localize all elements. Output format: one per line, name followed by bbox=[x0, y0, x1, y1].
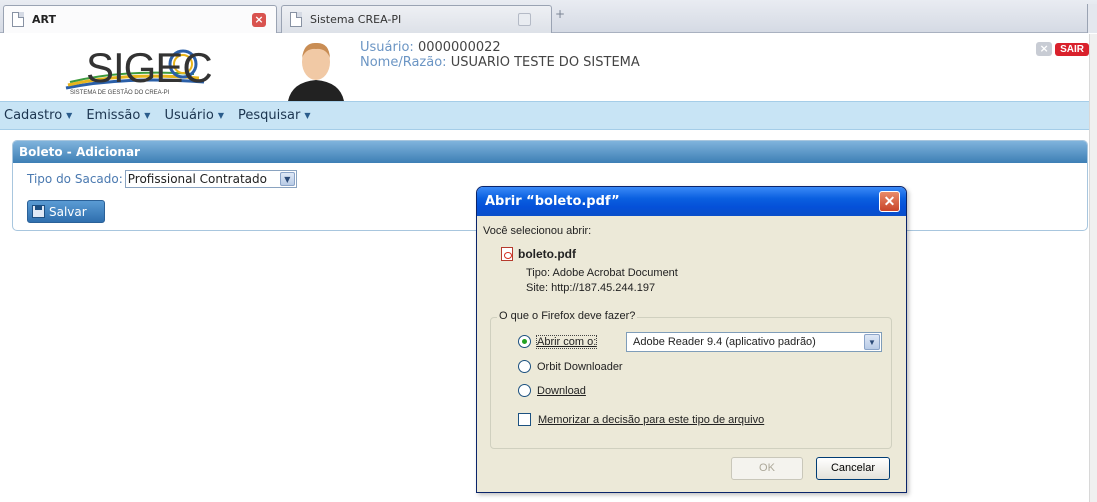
save-button[interactable]: Salvar bbox=[27, 200, 105, 223]
save-label: Salvar bbox=[49, 204, 87, 219]
action-fieldset: O que o Firefox deve fazer? Abrir com o:… bbox=[490, 310, 892, 449]
site-value: http://187.45.244.197 bbox=[551, 282, 656, 294]
remember-label: Memorizar a decisão para este tipo de ar… bbox=[538, 413, 765, 426]
chevron-down-icon[interactable]: ▼ bbox=[864, 334, 880, 350]
radio-label: Orbit Downloader bbox=[537, 360, 623, 373]
main-menu: Cadastro ▼ Emissão ▼ Usuário ▼ Pesquisar ▼ bbox=[0, 101, 1097, 130]
close-tab-icon[interactable]: × bbox=[252, 13, 266, 27]
tab-label: ART bbox=[32, 13, 56, 26]
logout-control[interactable]: × SAIR bbox=[1036, 42, 1089, 56]
tab-art[interactable]: ART × bbox=[3, 5, 277, 33]
type-value: Adobe Acrobat Document bbox=[552, 267, 678, 279]
radio-open-with[interactable]: Abrir com o: bbox=[518, 334, 598, 349]
avatar bbox=[284, 38, 348, 101]
sacado-select[interactable]: Profissional Contratado ▼ bbox=[124, 170, 297, 188]
tab-label: Sistema CREA-PI bbox=[310, 13, 402, 26]
radio-label: Download bbox=[537, 384, 586, 397]
radio-button[interactable] bbox=[518, 335, 531, 348]
menu-emissao[interactable]: Emissão ▼ bbox=[86, 108, 150, 123]
browser-tab-strip: ART × Sistema CREA-PI + bbox=[0, 0, 1097, 33]
type-label: Tipo: bbox=[526, 267, 551, 279]
action-question: O que o Firefox deve fazer? bbox=[497, 310, 638, 322]
user-label: Usuário: bbox=[360, 40, 414, 55]
application-value: Adobe Reader 9.4 (aplicativo padrão) bbox=[633, 336, 816, 348]
sacado-row: Tipo do Sacado: Profissional Contratado … bbox=[27, 170, 297, 188]
page-scrollbar[interactable] bbox=[1089, 34, 1097, 502]
remember-checkbox[interactable] bbox=[518, 413, 531, 426]
chevron-down-icon[interactable]: ▼ bbox=[279, 172, 295, 186]
ok-button[interactable]: OK bbox=[731, 457, 803, 480]
logout-button[interactable]: SAIR bbox=[1055, 42, 1089, 56]
menu-usuario[interactable]: Usuário ▼ bbox=[164, 108, 224, 123]
name-label: Nome/Razão: bbox=[360, 55, 447, 70]
pdf-icon bbox=[501, 247, 513, 261]
cancel-button[interactable]: Cancelar bbox=[816, 457, 890, 480]
app-header: SIGEC SISTEMA DE GESTÃO DO CREA-PI Usuár… bbox=[0, 34, 1097, 101]
name-value: USUARIO TESTE DO SISTEMA bbox=[450, 55, 640, 70]
radio-button[interactable] bbox=[518, 360, 531, 373]
sacado-value: Profissional Contratado bbox=[127, 172, 267, 186]
remember-row[interactable]: Memorizar a decisão para este tipo de ar… bbox=[518, 413, 764, 426]
close-icon[interactable]: × bbox=[1036, 42, 1053, 56]
site-line: Site: http://187.45.244.197 bbox=[526, 282, 655, 294]
menu-label: Emissão bbox=[86, 108, 141, 123]
radio-label: Abrir com o: bbox=[535, 334, 598, 349]
dialog-title: Abrir “boleto.pdf” bbox=[477, 187, 906, 216]
panel-title: Boleto - Adicionar bbox=[13, 141, 1087, 163]
type-line: Tipo: Adobe Acrobat Document bbox=[526, 267, 678, 279]
menu-label: Cadastro bbox=[4, 108, 63, 123]
file-name: boleto.pdf bbox=[518, 247, 576, 261]
menu-pesquisar[interactable]: Pesquisar ▼ bbox=[238, 108, 311, 123]
selected-text: Você selecionou abrir: bbox=[483, 225, 592, 237]
radio-download[interactable]: Download bbox=[518, 384, 586, 397]
new-tab-button[interactable]: + bbox=[555, 7, 565, 21]
dialog-body: Você selecionou abrir: boleto.pdf Tipo: … bbox=[477, 216, 906, 492]
close-tab-icon[interactable] bbox=[518, 13, 531, 26]
user-avatar-icon bbox=[288, 42, 344, 101]
user-name-line: Nome/Razão: USUARIO TESTE DO SISTEMA bbox=[360, 55, 640, 70]
user-id-line: Usuário: 0000000022 bbox=[360, 40, 501, 55]
sigec-logo: SIGEC SISTEMA DE GESTÃO DO CREA-PI bbox=[64, 38, 214, 98]
menu-label: Usuário bbox=[164, 108, 214, 123]
page-icon bbox=[12, 12, 24, 27]
radio-orbit-downloader[interactable]: Orbit Downloader bbox=[518, 360, 623, 373]
caret-down-icon: ▼ bbox=[304, 111, 311, 120]
close-icon[interactable]: ✕ bbox=[879, 191, 900, 212]
tab-sistema-crea-pi[interactable]: Sistema CREA-PI bbox=[281, 5, 552, 33]
menu-cadastro[interactable]: Cadastro ▼ bbox=[4, 108, 72, 123]
open-file-dialog: Abrir “boleto.pdf” ✕ Você selecionou abr… bbox=[476, 186, 907, 493]
application-select[interactable]: Adobe Reader 9.4 (aplicativo padrão) ▼ bbox=[626, 332, 882, 352]
logo-text: SIGEC bbox=[86, 44, 213, 91]
caret-down-icon: ▼ bbox=[144, 111, 151, 120]
caret-down-icon: ▼ bbox=[217, 111, 224, 120]
menu-label: Pesquisar bbox=[238, 108, 301, 123]
sacado-label: Tipo do Sacado: bbox=[27, 172, 123, 186]
caret-down-icon: ▼ bbox=[66, 111, 73, 120]
site-label: Site: bbox=[526, 282, 549, 294]
tab-list-button[interactable] bbox=[1087, 4, 1097, 33]
page-icon bbox=[290, 12, 302, 27]
radio-button[interactable] bbox=[518, 384, 531, 397]
logo-caption: SISTEMA DE GESTÃO DO CREA-PI bbox=[70, 90, 170, 96]
user-value: 0000000022 bbox=[417, 40, 501, 55]
floppy-icon bbox=[32, 205, 45, 218]
file-row: boleto.pdf bbox=[501, 247, 576, 261]
